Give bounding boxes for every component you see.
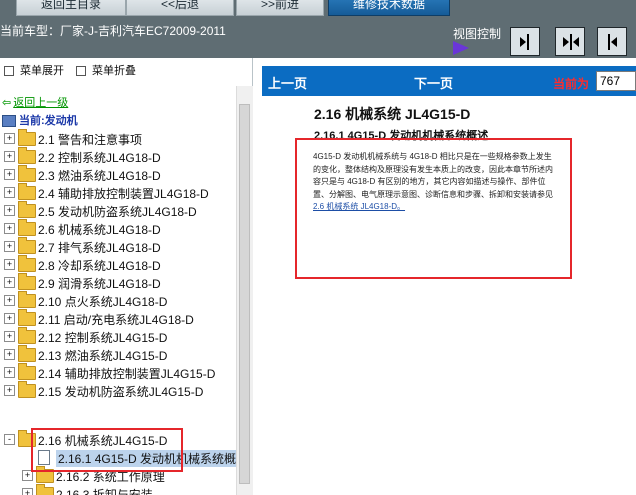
back-button[interactable]: <<后退: [126, 0, 234, 16]
scrollbar-thumb[interactable]: [239, 104, 250, 484]
expand-icon[interactable]: +: [4, 151, 15, 162]
folder-icon: [18, 183, 36, 200]
computer-icon: [2, 115, 16, 128]
expand-icon[interactable]: +: [4, 277, 15, 288]
view-control-label: 视图控制: [453, 27, 502, 41]
split-view-icon[interactable]: [555, 27, 585, 56]
collapse-right-icon[interactable]: [597, 27, 627, 56]
folder-icon: [18, 129, 36, 146]
tree-item-label: 2.3 燃油系统JL4G18-D: [38, 169, 161, 183]
square-icon: [76, 66, 86, 77]
vehicle-model-label: 当前车型：厂家-J-吉利汽车EC72009-2011: [0, 22, 226, 39]
content-panel: 上一页 下一页 当前为 2.16 机械系统 JL4G15-D 2.16.1 4G…: [262, 58, 636, 495]
expand-icon[interactable]: +: [4, 367, 15, 378]
menu-panel: 菜单展开 菜单折叠 ⇦ 返回上一级 当前:发动机 +2.1 警告和注意事项 +2.…: [0, 58, 253, 495]
folder-icon: [18, 309, 36, 326]
menu-expand-button[interactable]: 菜单展开: [4, 62, 64, 78]
model-prefix: 当前车型：: [0, 24, 61, 38]
tree-item-label: 2.5 发动机防盗系统JL4G18-D: [38, 205, 197, 219]
folder-icon: [18, 147, 36, 164]
expand-icon[interactable]: +: [22, 488, 33, 495]
tree-scrollbar[interactable]: [236, 86, 253, 495]
collapse-left-icon[interactable]: [510, 27, 540, 56]
tree-item-label: 2.8 冷却系统JL4G18-D: [38, 259, 161, 273]
menu-bar: 菜单展开 菜单折叠: [0, 58, 252, 82]
tree-item-label: 2.12 控制系统JL4G15-D: [38, 331, 168, 345]
next-page-button[interactable]: 下一页: [414, 73, 453, 92]
expand-icon[interactable]: +: [4, 349, 15, 360]
square-icon: [4, 66, 14, 77]
folder-icon: [18, 291, 36, 308]
forward-button[interactable]: >>前进: [236, 0, 324, 16]
expand-icon[interactable]: +: [4, 187, 15, 198]
tree-item-label: 2.7 排气系统JL4G18-D: [38, 241, 161, 255]
back-arrow-icon: ⇦: [2, 97, 12, 109]
expand-icon[interactable]: +: [4, 295, 15, 306]
tree-item-label: 2.1 警告和注意事项: [38, 133, 143, 147]
model-name: 厂家-J-吉利汽车EC72009-2011: [60, 24, 226, 38]
current-section-label: 当前:发动机: [19, 115, 78, 127]
back-link-label: 返回上一级: [13, 97, 69, 109]
tree-item-label: 2.15 发动机防盗系统JL4G15-D: [38, 385, 204, 399]
folder-icon: [18, 273, 36, 290]
back-link[interactable]: ⇦ 返回上一级: [2, 94, 68, 110]
folder-icon: [18, 165, 36, 182]
folder-icon: [18, 237, 36, 254]
folder-icon: [18, 381, 36, 398]
folder-icon: [18, 345, 36, 362]
play-icon: [453, 41, 469, 55]
expand-icon[interactable]: +: [4, 205, 15, 216]
menu-collapse-button[interactable]: 菜单折叠: [76, 62, 136, 78]
highlight-annotation: [31, 428, 183, 472]
top-toolbar: 返回主目录 <<后退 >>前进 维修技术数据 当前车型：厂家-J-吉利汽车EC7…: [0, 0, 636, 58]
menu-expand-label: 菜单展开: [20, 65, 64, 77]
folder-icon: [18, 363, 36, 380]
expand-icon[interactable]: +: [4, 241, 15, 252]
collapse-icon[interactable]: -: [4, 434, 15, 445]
tree-item-label: 2.13 燃油系统JL4G15-D: [38, 349, 168, 363]
expand-icon[interactable]: +: [4, 385, 15, 396]
prev-page-button[interactable]: 上一页: [268, 73, 307, 92]
folder-icon: [18, 327, 36, 344]
page-title: 2.16 机械系统 JL4G15-D: [314, 106, 471, 122]
tree-item-label: 2.11 启动/充电系统JL4G18-D: [38, 313, 194, 327]
page-number-input[interactable]: [596, 71, 636, 91]
tree-item-label: 2.9 润滑系统JL4G18-D: [38, 277, 161, 291]
repair-data-tab[interactable]: 维修技术数据: [328, 0, 450, 16]
expand-icon[interactable]: +: [4, 331, 15, 342]
expand-icon[interactable]: +: [4, 313, 15, 324]
folder-icon: [18, 201, 36, 218]
expand-icon[interactable]: +: [4, 169, 15, 180]
main-menu-button[interactable]: 返回主目录: [16, 0, 126, 16]
menu-tree[interactable]: ⇦ 返回上一级 当前:发动机 +2.1 警告和注意事项 +2.2 控制系统JL4G…: [0, 86, 236, 495]
expand-icon[interactable]: +: [4, 259, 15, 270]
tree-item-label: 2.10 点火系统JL4G18-D: [38, 295, 168, 309]
folder-icon: [18, 219, 36, 236]
tree-item-label: 2.6 机械系统JL4G18-D: [38, 223, 161, 237]
tree-item-label: 2.2 控制系统JL4G18-D: [38, 151, 161, 165]
tree-item-label: 2.14 辅助排放控制装置JL4G15-D: [38, 367, 216, 381]
expand-icon[interactable]: +: [4, 223, 15, 234]
folder-icon: [18, 255, 36, 272]
highlight-annotation: [295, 138, 572, 279]
page-nav-bar: 上一页 下一页 当前为: [262, 66, 636, 96]
current-section: 当前:发动机: [2, 112, 78, 128]
folder-icon: [36, 484, 54, 495]
current-page-label: 当前为: [553, 77, 590, 91]
tree-item-label: 2.16.3 拆卸与安装: [56, 488, 153, 495]
expand-icon[interactable]: +: [4, 133, 15, 144]
tree-item-label: 2.4 辅助排放控制装置JL4G18-D: [38, 187, 209, 201]
menu-collapse-label: 菜单折叠: [92, 65, 136, 77]
